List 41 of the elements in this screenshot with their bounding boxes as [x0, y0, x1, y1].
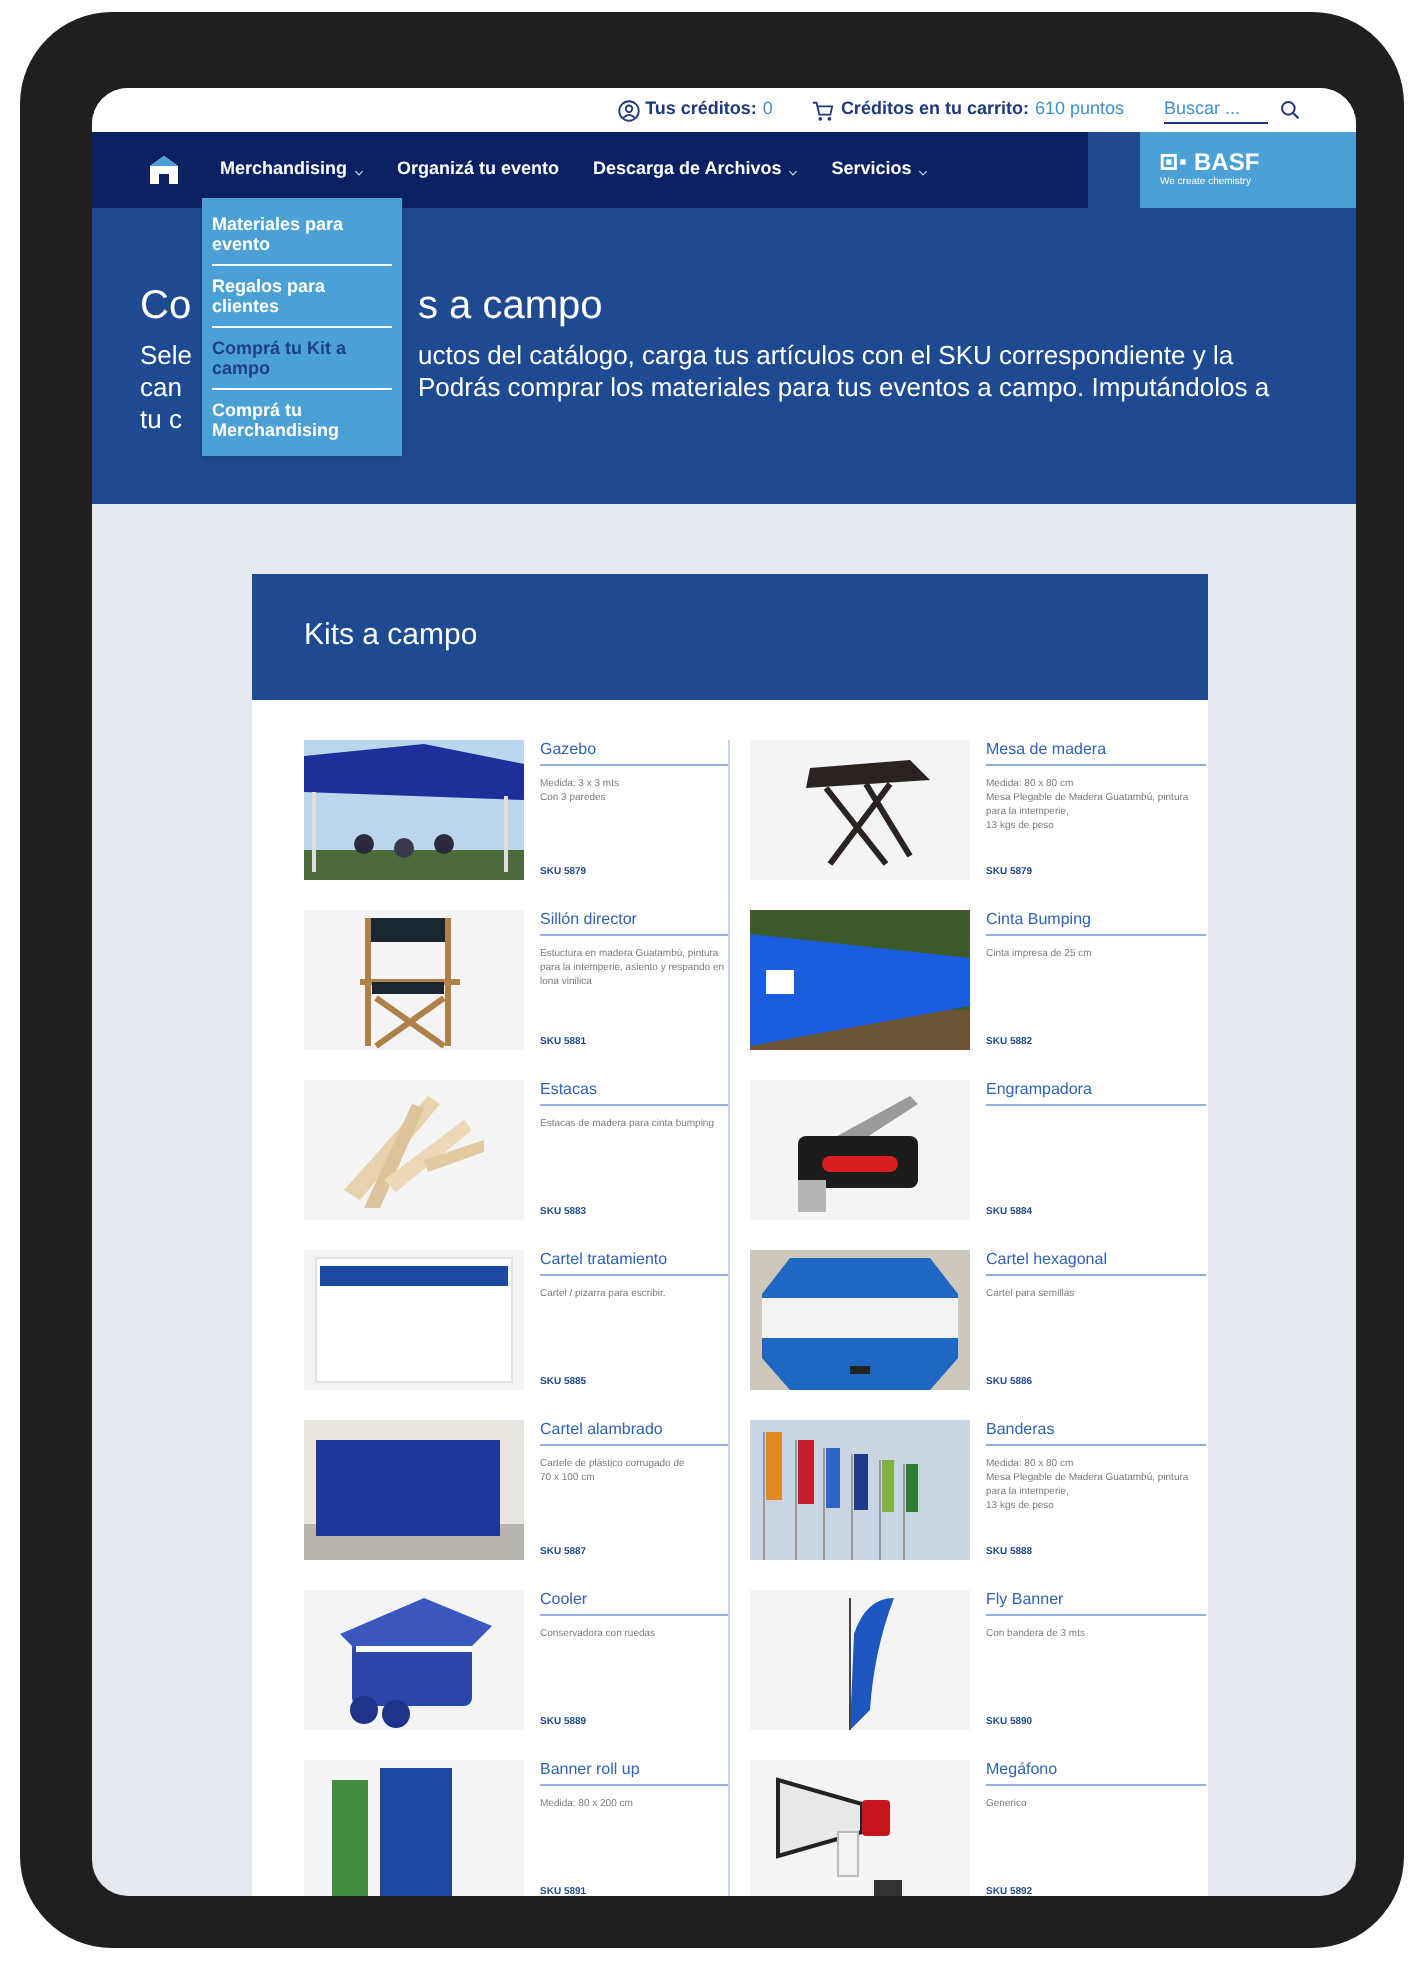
hero-text: tu c — [140, 404, 184, 436]
user-icon — [617, 99, 640, 121]
credits-label: Tus créditos: — [645, 96, 757, 123]
product-title[interactable]: Cartel tratamiento — [540, 1250, 728, 1276]
cart-icon — [812, 99, 835, 121]
product-title[interactable]: Mesa de madera — [986, 740, 1206, 766]
product-title[interactable]: Cinta Bumping — [986, 910, 1206, 936]
cart-credits-label: Créditos en tu carrito: — [840, 96, 1029, 123]
product-title[interactable]: Megáfono — [986, 1760, 1206, 1786]
nav-item[interactable]: Descarga de Archivos — [593, 156, 798, 184]
search-field[interactable]: Buscar ... — [1164, 95, 1268, 125]
nav-item[interactable]: Merchandising — [220, 156, 364, 184]
chevron-icon — [917, 170, 928, 176]
hero-title: s a campo — [418, 282, 603, 330]
product-title[interactable]: Cartel hexagonal — [986, 1250, 1206, 1276]
product-title[interactable]: Banderas — [986, 1420, 1206, 1446]
product-title[interactable]: Banner roll up — [540, 1760, 728, 1786]
hero-text: Podrás comprar los materiales para tus eventos a campo. Imputándolos a — [418, 372, 1270, 404]
product-title[interactable]: Engrampadora — [986, 1080, 1206, 1106]
product-title[interactable]: Fly Banner — [986, 1590, 1206, 1616]
hero-title: Co — [140, 282, 194, 330]
nav-item[interactable]: Servicios — [831, 156, 928, 184]
menu-item[interactable]: Comprá tu Kit a campo — [212, 326, 392, 389]
product-title[interactable]: Gazebo — [540, 740, 728, 766]
nav-item[interactable]: Organizá tu evento — [397, 156, 560, 184]
credits-value: 0 — [762, 96, 773, 123]
product-title[interactable]: Cooler — [540, 1590, 728, 1616]
logo-mark-icon — [1160, 153, 1190, 170]
card-title: Kits a campo — [304, 616, 478, 657]
home-icon[interactable] — [148, 154, 180, 186]
search-icon[interactable] — [1280, 100, 1300, 120]
hero-text: uctos del catálogo, carga tus artículos con el SKU correspondiente y la — [418, 340, 1234, 372]
chevron-icon — [787, 170, 798, 176]
product-title[interactable]: Sillón director — [540, 910, 728, 936]
logo-name: BASF — [1194, 149, 1260, 174]
hero-text: Sele — [140, 340, 195, 372]
chevron-icon — [353, 170, 364, 176]
cart-credits-value: 610 puntos — [1034, 96, 1124, 123]
product-title[interactable]: Estacas — [540, 1080, 728, 1106]
product-title[interactable]: Cartel alambrado — [540, 1420, 728, 1446]
hero-text: can — [140, 372, 184, 404]
